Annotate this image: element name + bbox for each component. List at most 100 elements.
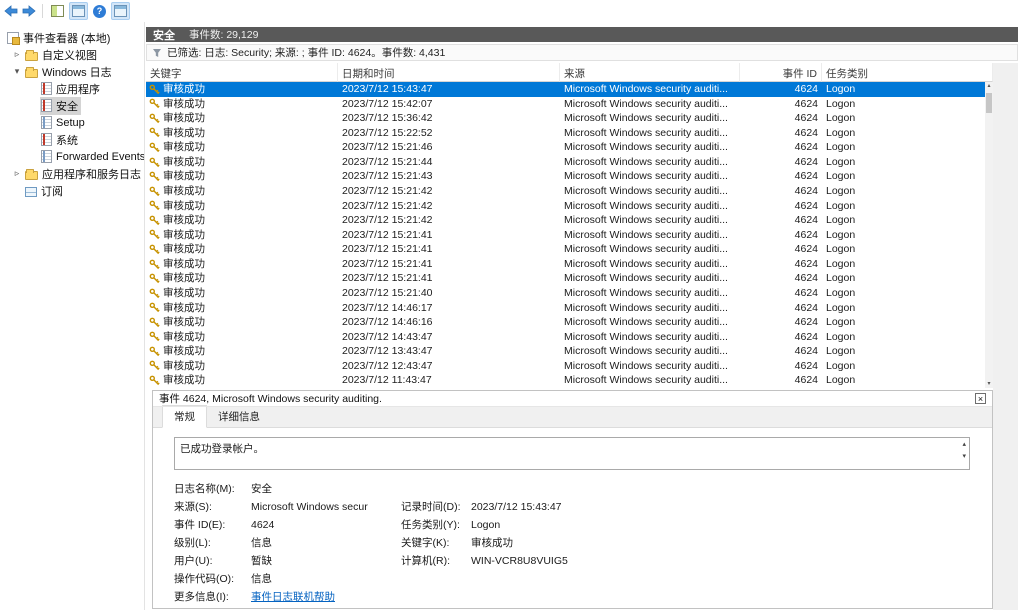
properties-icon[interactable]	[69, 2, 88, 20]
event-row[interactable]: 审核成功2023/7/12 11:43:47Microsoft Windows …	[146, 373, 985, 388]
event-datetime-cell: 2023/7/12 15:21:42	[338, 184, 560, 198]
scroll-up-icon[interactable]: ▴	[985, 82, 993, 90]
tree-item[interactable]: ▹自定义视图	[0, 46, 144, 63]
tree-item[interactable]: 安全	[0, 97, 144, 114]
key-icon	[149, 375, 160, 386]
field-label: 计算机(R):	[401, 555, 471, 567]
event-source-cell: Microsoft Windows security auditi...	[560, 242, 740, 256]
tree-item[interactable]: Forwarded Events	[0, 148, 144, 165]
column-header-task-category[interactable]: 任务类别	[822, 63, 993, 82]
field-value-empty	[471, 573, 992, 585]
tab-details[interactable]: 详细信息	[207, 406, 271, 427]
tree-item[interactable]: 系统	[0, 131, 144, 148]
event-row[interactable]: 审核成功2023/7/12 15:21:42Microsoft Windows …	[146, 184, 985, 199]
event-table-header: 关键字 日期和时间 来源 事件 ID 任务类别	[146, 63, 993, 82]
show-action-pane-icon[interactable]	[111, 2, 130, 20]
event-row[interactable]: 审核成功2023/7/12 15:43:47Microsoft Windows …	[146, 82, 985, 97]
event-row[interactable]: 审核成功2023/7/12 14:46:17Microsoft Windows …	[146, 300, 985, 315]
event-datetime-cell: 2023/7/12 14:46:17	[338, 301, 560, 315]
tree-item[interactable]: 应用程序	[0, 80, 144, 97]
keywords-text: 审核成功	[163, 301, 205, 315]
tree-item[interactable]: ▾Windows 日志	[0, 63, 144, 80]
event-task-category-cell: Logon	[822, 97, 985, 111]
key-icon	[149, 215, 160, 226]
tree-item[interactable]: ▹应用程序和服务日志	[0, 165, 144, 182]
tree-item-content: Forwarded Events	[40, 149, 145, 164]
tree-item[interactable]: Setup	[0, 114, 144, 131]
expander-collapsed-icon[interactable]: ▹	[10, 49, 24, 60]
subscriptions-icon	[25, 187, 37, 197]
event-datetime-cell: 2023/7/12 13:43:47	[338, 344, 560, 358]
event-row[interactable]: 审核成功2023/7/12 15:21:42Microsoft Windows …	[146, 199, 985, 214]
tree-item[interactable]: 订阅	[0, 182, 144, 199]
keywords-text: 审核成功	[163, 228, 205, 242]
key-icon	[149, 171, 160, 182]
column-header-keywords[interactable]: 关键字	[146, 63, 338, 82]
log-colored-icon	[41, 99, 52, 112]
log-plain-icon	[41, 150, 52, 163]
event-row[interactable]: 审核成功2023/7/12 13:43:47Microsoft Windows …	[146, 344, 985, 359]
scroll-up-icon[interactable]: ▴	[962, 441, 966, 449]
event-row[interactable]: 审核成功2023/7/12 15:22:52Microsoft Windows …	[146, 126, 985, 141]
tab-general[interactable]: 常规	[162, 405, 207, 428]
event-list-scrollbar[interactable]: ▴ ▾	[985, 82, 993, 388]
event-id-cell: 4624	[740, 286, 822, 300]
event-count: 事件数: 29,129	[189, 27, 258, 42]
help-icon[interactable]: ?	[90, 2, 109, 20]
event-row[interactable]: 审核成功2023/7/12 15:21:40Microsoft Windows …	[146, 286, 985, 301]
event-row[interactable]: 审核成功2023/7/12 15:21:42Microsoft Windows …	[146, 213, 985, 228]
column-header-source[interactable]: 来源	[560, 63, 740, 82]
event-viewer-icon	[7, 32, 19, 44]
event-id-cell: 4624	[740, 344, 822, 358]
event-keywords-cell: 审核成功	[146, 140, 338, 154]
event-id-cell: 4624	[740, 271, 822, 285]
event-description-box[interactable]: 已成功登录帐户。 ▴ ▾	[174, 437, 970, 470]
expander-expanded-icon[interactable]: ▾	[10, 66, 24, 77]
event-task-category-cell: Logon	[822, 242, 985, 256]
event-row[interactable]: 审核成功2023/7/12 15:21:44Microsoft Windows …	[146, 155, 985, 170]
field-value-empty	[471, 483, 992, 495]
tree-item[interactable]: 事件查看器 (本地)	[0, 29, 144, 46]
key-icon	[149, 98, 160, 109]
scrollbar-thumb[interactable]	[986, 93, 992, 113]
event-row[interactable]: 审核成功2023/7/12 14:46:16Microsoft Windows …	[146, 315, 985, 330]
key-icon	[149, 142, 160, 153]
keywords-text: 审核成功	[163, 257, 205, 271]
scroll-down-icon[interactable]: ▾	[985, 380, 993, 388]
field-value: 4624	[251, 519, 401, 531]
close-icon[interactable]: ×	[975, 393, 986, 404]
event-datetime-cell: 2023/7/12 15:21:41	[338, 271, 560, 285]
event-keywords-cell: 审核成功	[146, 286, 338, 300]
key-icon	[149, 200, 160, 211]
column-header-event-id[interactable]: 事件 ID	[740, 63, 822, 82]
event-row[interactable]: 审核成功2023/7/12 15:21:41Microsoft Windows …	[146, 271, 985, 286]
event-row[interactable]: 审核成功2023/7/12 15:21:41Microsoft Windows …	[146, 242, 985, 257]
event-row[interactable]: 审核成功2023/7/12 12:43:47Microsoft Windows …	[146, 359, 985, 374]
detail-title-bar: 事件 4624, Microsoft Windows security audi…	[153, 391, 992, 407]
navigation-tree: 事件查看器 (本地)▹自定义视图▾Windows 日志应用程序安全Setup系统…	[0, 22, 145, 610]
event-row[interactable]: 审核成功2023/7/12 15:21:46Microsoft Windows …	[146, 140, 985, 155]
more-info-link[interactable]: 事件日志联机帮助	[251, 591, 401, 603]
filter-text: 已筛选: 日志: Security; 来源: ; 事件 ID: 4624。事件数…	[167, 45, 445, 60]
event-id-cell: 4624	[740, 126, 822, 140]
event-row[interactable]: 审核成功2023/7/12 15:21:41Microsoft Windows …	[146, 228, 985, 243]
filter-bar: 已筛选: 日志: Security; 来源: ; 事件 ID: 4624。事件数…	[146, 44, 1018, 61]
event-row[interactable]: 审核成功2023/7/12 15:21:43Microsoft Windows …	[146, 169, 985, 184]
event-keywords-cell: 审核成功	[146, 242, 338, 256]
tree-item-label: 事件查看器 (本地)	[23, 30, 110, 46]
folder-icon	[25, 52, 38, 61]
back-icon[interactable]	[3, 4, 19, 18]
event-row[interactable]: 审核成功2023/7/12 15:42:07Microsoft Windows …	[146, 97, 985, 112]
tree-item-label: 系统	[56, 132, 78, 148]
field-label: 事件 ID(E):	[174, 519, 251, 531]
forward-icon[interactable]	[21, 4, 37, 18]
column-header-datetime[interactable]: 日期和时间	[338, 63, 560, 82]
event-row[interactable]: 审核成功2023/7/12 15:21:41Microsoft Windows …	[146, 257, 985, 272]
field-value-empty	[471, 591, 992, 603]
show-console-tree-icon[interactable]	[48, 2, 67, 20]
scroll-down-icon[interactable]: ▾	[962, 453, 966, 461]
event-keywords-cell: 审核成功	[146, 257, 338, 271]
event-row[interactable]: 审核成功2023/7/12 15:36:42Microsoft Windows …	[146, 111, 985, 126]
expander-collapsed-icon[interactable]: ▹	[10, 168, 24, 179]
event-row[interactable]: 审核成功2023/7/12 14:43:47Microsoft Windows …	[146, 330, 985, 345]
